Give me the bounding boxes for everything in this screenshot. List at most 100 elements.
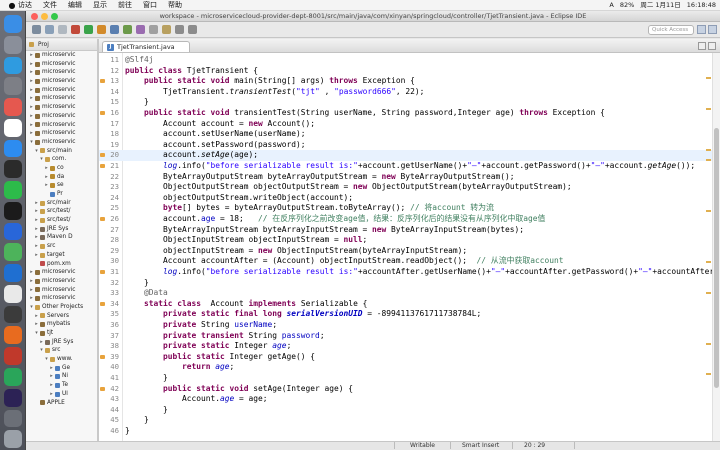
collapsed-arrow-icon[interactable]: ▸ xyxy=(33,312,40,321)
tree-item[interactable]: ▸ microservic xyxy=(26,77,97,86)
menu-item-file[interactable]: 文件 xyxy=(43,0,57,11)
sublime-icon[interactable] xyxy=(3,305,22,324)
collapsed-arrow-icon[interactable]: ▸ xyxy=(28,129,35,138)
time-display[interactable]: 16:18:48 xyxy=(687,0,716,11)
tree-item[interactable]: ▸ microservic xyxy=(26,294,97,303)
settings-icon[interactable] xyxy=(3,77,22,96)
eclipse-icon[interactable] xyxy=(3,388,22,407)
minimize-window-button[interactable] xyxy=(41,13,48,20)
tree-item[interactable]: ▸ target xyxy=(26,251,97,260)
collapsed-arrow-icon[interactable]: ▸ xyxy=(28,86,35,95)
menu-item-finder[interactable]: 访达 xyxy=(18,0,32,11)
dictionary-icon[interactable] xyxy=(3,347,22,366)
code-line[interactable]: 42 public static void setAge(Integer age… xyxy=(99,384,720,395)
collapsed-arrow-icon[interactable]: ▸ xyxy=(28,277,35,286)
tree-item[interactable]: ▸ microservic xyxy=(26,60,97,69)
new-icon[interactable] xyxy=(32,25,41,34)
code-line[interactable]: 22 ByteArrayOutputStream byteArrayOutput… xyxy=(99,172,720,183)
code-line[interactable]: 12 public class TjetTransient { xyxy=(99,66,720,77)
warning-marker-icon[interactable] xyxy=(100,217,105,221)
menu-item-view[interactable]: 显示 xyxy=(93,0,107,11)
tab-tjet-transient[interactable]: J TjetTransient.java xyxy=(102,41,190,52)
tree-item[interactable]: ▸ microservic xyxy=(26,94,97,103)
tree-item[interactable]: ▸ Ge xyxy=(26,364,97,373)
menu-item-help[interactable]: 帮助 xyxy=(168,0,182,11)
code-line[interactable]: 31 log.info("before serializable result … xyxy=(99,267,720,278)
app-blue-icon[interactable] xyxy=(3,264,22,282)
expanded-arrow-icon[interactable]: ▾ xyxy=(28,303,35,312)
qq-icon[interactable] xyxy=(3,201,22,220)
collapsed-arrow-icon[interactable]: ▸ xyxy=(28,112,35,121)
code-line[interactable]: 41 } xyxy=(99,373,720,384)
launchpad-icon[interactable] xyxy=(3,35,22,54)
wechat-icon[interactable] xyxy=(3,181,22,199)
code-line[interactable]: 27 ByteArrayInputStream byteArrayInputSt… xyxy=(99,225,720,236)
zoom-window-button[interactable] xyxy=(51,13,58,20)
tree-item[interactable]: ▸ se xyxy=(26,181,97,190)
code-line[interactable]: 29 objectInputStream = new ObjectInputSt… xyxy=(99,246,720,257)
battery-indicator[interactable]: 82% xyxy=(620,0,634,11)
overview-warning-mark[interactable] xyxy=(706,373,711,376)
tree-item[interactable]: ▸ src/test/ xyxy=(26,207,97,216)
scrollbar-thumb[interactable] xyxy=(714,128,719,388)
tree-item[interactable]: ▸ Te xyxy=(26,381,97,390)
warning-marker-icon[interactable] xyxy=(100,164,105,168)
menu-item-go[interactable]: 前往 xyxy=(118,0,132,11)
warning-marker-icon[interactable] xyxy=(100,153,105,158)
warning-marker-icon[interactable] xyxy=(100,111,105,115)
collapsed-arrow-icon[interactable]: ▸ xyxy=(28,94,35,103)
app-gray-icon[interactable] xyxy=(3,409,22,428)
tree-item[interactable]: ▸ mybatis xyxy=(26,320,97,329)
tree-item[interactable]: ▾ microservic xyxy=(26,138,97,147)
tree-item[interactable]: Pr xyxy=(26,190,97,199)
warning-marker-icon[interactable] xyxy=(100,270,105,274)
collapsed-arrow-icon[interactable]: ▸ xyxy=(28,286,35,295)
maps-icon[interactable] xyxy=(3,243,22,262)
tree-item[interactable]: ▸ Ni xyxy=(26,372,97,381)
collapsed-arrow-icon[interactable]: ▸ xyxy=(33,251,40,260)
app-green-icon[interactable] xyxy=(3,368,22,386)
finder-icon[interactable] xyxy=(3,15,22,33)
close-window-button[interactable] xyxy=(31,13,38,20)
tree-item[interactable]: ▸ src/mair xyxy=(26,199,97,208)
tree-item[interactable]: ▸ microservic xyxy=(26,86,97,95)
project-explorer-title[interactable]: Proj xyxy=(38,42,49,48)
tree-item[interactable]: ▾ com. xyxy=(26,155,97,164)
terminal-icon[interactable] xyxy=(3,160,22,179)
debug-icon[interactable] xyxy=(71,25,80,34)
tree-item[interactable]: ▸ microservic xyxy=(26,277,97,286)
tree-item[interactable]: ▸ microservic xyxy=(26,268,97,277)
code-line[interactable]: 45 } xyxy=(99,415,720,426)
code-line[interactable]: 19 account.setPassword(password); xyxy=(99,140,720,151)
overview-warning-mark[interactable] xyxy=(706,108,711,110)
back-icon[interactable] xyxy=(175,25,184,34)
overview-warning-mark[interactable] xyxy=(706,148,711,151)
expanded-arrow-icon[interactable]: ▾ xyxy=(43,355,50,364)
warning-marker-icon[interactable] xyxy=(100,79,105,84)
collapsed-arrow-icon[interactable]: ▸ xyxy=(28,103,35,112)
external-tools-icon[interactable] xyxy=(97,25,106,34)
collapsed-arrow-icon[interactable]: ▸ xyxy=(28,68,35,77)
collapsed-arrow-icon[interactable]: ▸ xyxy=(28,121,35,130)
collapsed-arrow-icon[interactable]: ▸ xyxy=(33,207,40,216)
open-perspective-icon[interactable] xyxy=(697,25,706,34)
tree-item[interactable]: ▸ microservic xyxy=(26,51,97,60)
code-line[interactable]: 13 public static void main(String[] args… xyxy=(99,76,720,87)
minimize-editor-icon[interactable] xyxy=(698,42,706,50)
expanded-arrow-icon[interactable]: ▾ xyxy=(38,346,45,355)
appstore-icon[interactable] xyxy=(3,139,22,158)
apple-icon[interactable]: ● xyxy=(6,0,18,11)
date-display[interactable]: 周二 1月11日 xyxy=(640,0,680,11)
tree-item[interactable]: ▾ src/main xyxy=(26,147,97,156)
tree-item[interactable]: ▸ microservic xyxy=(26,103,97,112)
collapsed-arrow-icon[interactable]: ▸ xyxy=(48,381,55,390)
forward-icon[interactable] xyxy=(188,25,197,34)
code-line[interactable]: 37 private transient String password; xyxy=(99,331,720,342)
code-line[interactable]: 16 public static void transientTest(Stri… xyxy=(99,108,720,119)
overview-warning-mark[interactable] xyxy=(706,159,711,161)
collapsed-arrow-icon[interactable]: ▸ xyxy=(28,51,35,60)
code-line[interactable]: 11 @Slf4j xyxy=(99,55,720,66)
tree-item[interactable]: ▸ microservic xyxy=(26,112,97,121)
menu-item-window[interactable]: 窗口 xyxy=(143,0,157,11)
firefox-icon[interactable] xyxy=(3,326,22,345)
